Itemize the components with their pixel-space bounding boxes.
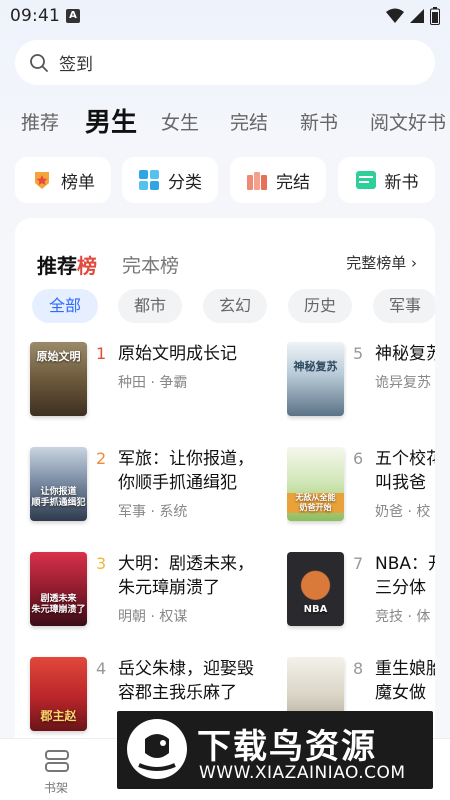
chip-fantasy[interactable]: 玄幻	[203, 289, 267, 323]
rank-number: 8	[353, 659, 364, 678]
book-title: 神秘复苏	[375, 344, 435, 364]
status-icons	[386, 7, 440, 25]
cover-title: 剧透未来 朱元璋崩溃了	[31, 594, 86, 615]
search-icon	[30, 53, 48, 72]
signal-icon	[410, 9, 424, 23]
cover-title: 郡主赵	[40, 709, 77, 723]
notification-icon: A	[66, 9, 80, 23]
rank-number: 5	[353, 344, 364, 363]
book-item[interactable]: NBA 7 NBA：开局 三分体 竞技 · 体	[287, 552, 435, 642]
status-time: 09:41	[10, 6, 60, 26]
cover-title: 无敌从全能 奶爸开始	[287, 493, 344, 513]
grid-icon	[139, 170, 159, 190]
rank-number: 1	[96, 344, 107, 363]
book-meta: 军事 · 系统	[118, 504, 188, 520]
medal-icon	[35, 172, 49, 189]
book-title: 五个校花 叫我爸	[375, 449, 435, 493]
book-cover: 郡主赵	[30, 657, 87, 731]
chip-all[interactable]: 全部	[32, 289, 98, 323]
tab-female[interactable]: 女生	[161, 108, 199, 135]
book-title: 重生娘胎 魔女做	[375, 659, 435, 703]
tab-yuewen[interactable]: 阅文好书	[370, 108, 446, 135]
tab-completed[interactable]: 完结	[230, 108, 268, 135]
book-meta: 明朝 · 权谋	[118, 609, 188, 625]
rank-number: 4	[96, 659, 107, 678]
book-cover: 神秘复苏	[287, 342, 344, 416]
tab-recommend[interactable]: 推荐	[21, 108, 59, 135]
wifi-icon	[386, 8, 404, 23]
book-title: NBA：开局 三分体	[375, 554, 435, 598]
battery-icon	[430, 7, 440, 25]
book-meta: 竞技 · 体	[375, 609, 431, 625]
quick-completed-label: 完结	[276, 172, 310, 193]
book-cover: 让你报道 顺手抓通缉犯	[30, 447, 87, 521]
tab-male[interactable]: 男生	[85, 102, 137, 139]
genre-chips: 全部 都市 玄幻 历史 军事	[32, 289, 435, 323]
book-meta: 种田 · 争霸	[118, 375, 188, 391]
status-bar: 09:41 A	[0, 0, 450, 32]
quick-ranking-label: 榜单	[61, 172, 95, 193]
book-cover: 原始文明	[30, 342, 87, 416]
watermark-url: WWW.XIAZAINIAO.COM	[199, 763, 406, 783]
nav-bookshelf[interactable]: 书架	[30, 739, 84, 800]
quick-newbook-button[interactable]: 新书	[338, 157, 435, 203]
rank-number: 7	[353, 554, 364, 573]
book-meta: 诡异复苏	[375, 375, 431, 391]
tab-completed-ranking[interactable]: 完本榜	[122, 251, 179, 278]
panel-title-accent: 榜	[77, 254, 97, 278]
cover-title: 原始文明	[36, 350, 81, 363]
quick-completed-button[interactable]: 完结	[230, 157, 326, 203]
quick-ranking-button[interactable]: 榜单	[15, 157, 111, 203]
watermark-banner: 下载鸟资源 WWW.XIAZAINIAO.COM	[117, 711, 433, 789]
chip-military[interactable]: 军事	[373, 289, 435, 323]
rank-number: 2	[96, 449, 107, 468]
panel-title[interactable]: 推荐榜	[37, 250, 97, 279]
ranking-panel: 推荐榜 完本榜 完整榜单 › 全部 都市 玄幻 历史 军事 原始文明 1 原始文…	[15, 218, 435, 738]
book-cover: 无敌从全能 奶爸开始	[287, 447, 344, 521]
book-meta: 奶爸 · 校	[375, 504, 431, 520]
watermark-logo-icon	[127, 719, 187, 779]
book-item[interactable]: 剧透未来 朱元璋崩溃了 3 大明：剧透未来， 朱元璋崩溃了 明朝 · 权谋	[30, 552, 254, 642]
books-icon	[247, 172, 267, 190]
rank-number: 6	[353, 449, 364, 468]
book-item[interactable]: 神秘复苏 5 神秘复苏 诡异复苏	[287, 342, 435, 432]
nav-bookshelf-label: 书架	[44, 781, 69, 795]
chip-history[interactable]: 历史	[288, 289, 352, 323]
full-ranking-link[interactable]: 完整榜单 ›	[346, 252, 417, 273]
book-item[interactable]: 原始文明 1 原始文明成长记 种田 · 争霸	[30, 342, 237, 432]
rank-number: 3	[96, 554, 107, 573]
search-bar[interactable]: 签到	[15, 40, 435, 85]
new-badge-icon	[355, 171, 376, 189]
book-item[interactable]: 让你报道 顺手抓通缉犯 2 军旅：让你报道， 你顺手抓通缉犯 军事 · 系统	[30, 447, 254, 537]
quick-category-button[interactable]: 分类	[122, 157, 218, 203]
book-item[interactable]: 无敌从全能 奶爸开始 6 五个校花 叫我爸 奶爸 · 校	[287, 447, 435, 537]
panel-title-main: 推荐	[37, 254, 77, 278]
book-cover: NBA	[287, 552, 344, 626]
cover-title: 神秘复苏	[293, 360, 338, 373]
bookshelf-icon	[45, 750, 69, 772]
cover-title: 让你报道 顺手抓通缉犯	[31, 487, 86, 508]
quick-category-label: 分类	[168, 172, 202, 193]
watermark-title: 下载鸟资源	[197, 727, 377, 767]
channel-tabs: 推荐 男生 女生 完结 新书 阅文好书	[0, 100, 450, 144]
tab-new[interactable]: 新书	[300, 108, 338, 135]
cover-title: NBA	[303, 604, 328, 615]
search-text: 签到	[59, 55, 93, 75]
chip-urban[interactable]: 都市	[118, 289, 182, 323]
quick-newbook-label: 新书	[384, 172, 419, 193]
book-cover: 剧透未来 朱元璋崩溃了	[30, 552, 87, 626]
